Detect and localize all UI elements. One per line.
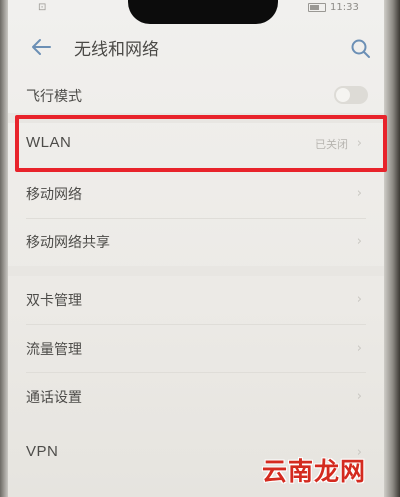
hotspot-label: 移动网络共享 [26, 235, 110, 251]
settings-item-data-usage[interactable]: 流量管理 › [8, 325, 384, 373]
battery-icon [308, 3, 326, 12]
status-time: 11:33 [330, 2, 359, 13]
call-settings-label: 通话设置 [26, 390, 82, 406]
search-icon[interactable] [350, 38, 372, 60]
site-watermark: 云南龙网 [262, 457, 367, 486]
camera-notch [128, 0, 278, 24]
phone-screen: ⊡ 11:33 无线和网络 飞行模式 WLAN 已关闭 › 移动网络 › 移动网… [0, 0, 400, 497]
airplane-mode-label: 飞行模式 [26, 89, 82, 105]
settings-item-hotspot[interactable]: 移动网络共享 › [8, 218, 384, 266]
phone-bezel-left [0, 0, 8, 497]
chevron-right-icon: › [356, 389, 362, 404]
settings-item-dual-sim[interactable]: 双卡管理 › [8, 276, 384, 324]
vpn-label: VPN [26, 443, 59, 460]
settings-item-mobile-network[interactable]: 移动网络 › [8, 170, 384, 218]
settings-item-call-settings[interactable]: 通话设置 › [8, 373, 384, 421]
data-usage-label: 流量管理 [26, 342, 82, 358]
back-arrow-icon[interactable] [30, 36, 52, 58]
chevron-right-icon: › [356, 234, 362, 249]
airplane-mode-toggle[interactable] [334, 86, 368, 104]
page-title: 无线和网络 [74, 40, 159, 60]
dual-sim-label: 双卡管理 [26, 293, 82, 309]
mobile-network-label: 移动网络 [26, 187, 82, 203]
chevron-right-icon: › [356, 292, 362, 307]
status-notification-icon: ⊡ [38, 2, 47, 13]
status-bar-right: 11:33 [308, 2, 359, 13]
section-gap [8, 266, 384, 276]
highlight-box [15, 115, 387, 172]
chevron-right-icon: › [356, 186, 362, 201]
page-header: 无线和网络 [0, 26, 384, 70]
phone-bezel-right [384, 0, 400, 497]
chevron-right-icon: › [356, 341, 362, 356]
